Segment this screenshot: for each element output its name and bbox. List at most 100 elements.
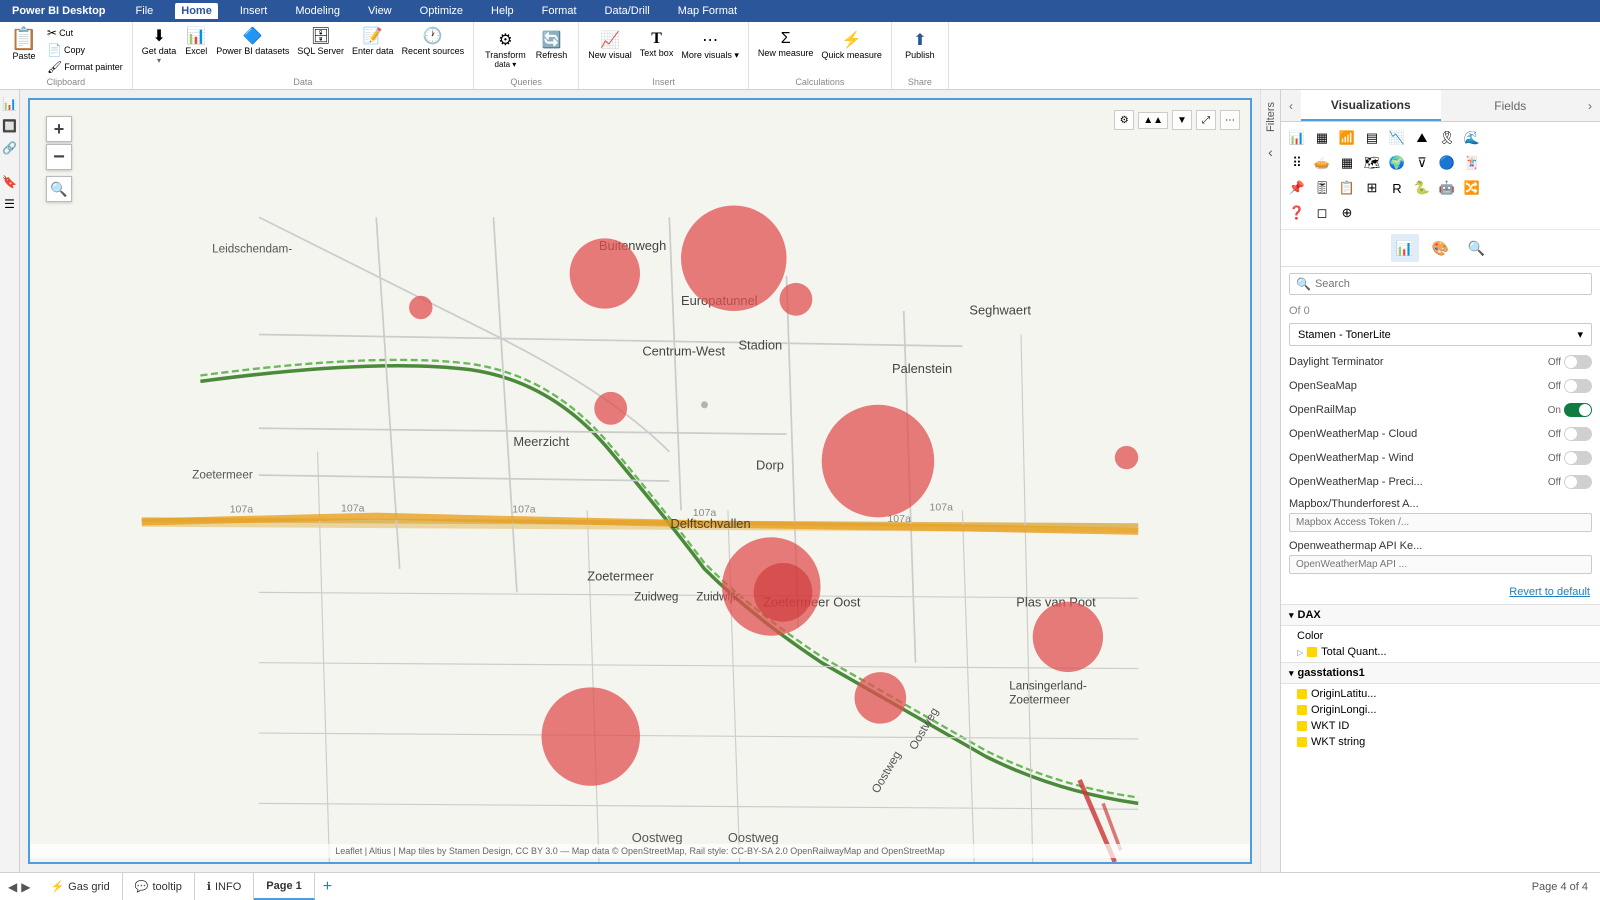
analytics-mode-icon[interactable]: 🔍 — [1463, 234, 1491, 262]
excel-button[interactable]: 📊 Excel — [181, 24, 211, 67]
openrailmap-toggle[interactable] — [1564, 403, 1592, 417]
map-style-dropdown[interactable]: Stamen - TonerLite ▾ — [1289, 323, 1592, 346]
panel-expand-button[interactable]: › — [1580, 90, 1600, 121]
fields-search-input[interactable] — [1315, 278, 1585, 290]
quick-measure-button[interactable]: ⚡ Quick measure — [818, 28, 885, 62]
dax-section-header[interactable]: ▾ DAX — [1281, 604, 1600, 626]
new-visual-button[interactable]: 📈 New visual — [585, 28, 635, 62]
ribbon-tab-file[interactable]: File — [130, 3, 160, 19]
tab-gas-grid[interactable]: ⚡ Gas grid — [38, 873, 122, 900]
model-view-icon[interactable]: 🔗 — [2, 140, 18, 156]
new-measure-button[interactable]: Σ New measure — [755, 28, 817, 60]
text-box-button[interactable]: T Text box — [637, 28, 677, 60]
gasstations-section-header[interactable]: ▾ gasstations1 — [1281, 662, 1600, 684]
ribbon-tab-datadrill[interactable]: Data/Drill — [599, 3, 656, 19]
viz-col-chart-icon[interactable]: 📶 — [1335, 126, 1359, 150]
owm-cloud-toggle[interactable] — [1564, 427, 1592, 441]
ribbon-tab-format[interactable]: Format — [536, 3, 583, 19]
tab-page1[interactable]: Page 1 — [254, 873, 314, 900]
ribbon-tab-home[interactable]: Home — [175, 3, 218, 19]
format-mode-icon[interactable]: 🎨 — [1427, 234, 1455, 262]
viz-stacked-bar-icon[interactable]: ▦ — [1310, 126, 1334, 150]
viz-line-chart-icon[interactable]: 📉 — [1385, 126, 1409, 150]
viz-r-script-icon[interactable]: R — [1385, 176, 1409, 200]
viz-area-chart-icon[interactable]: ⛰ — [1410, 126, 1434, 150]
viz-decomp-icon[interactable]: 🔀 — [1460, 176, 1484, 200]
tab-info[interactable]: ℹ INFO — [195, 873, 254, 900]
fields-tab[interactable]: Fields — [1441, 90, 1581, 121]
map-canvas[interactable]: 107a 107a 107a 107a 107a 107a Buitenwegh… — [28, 98, 1252, 864]
publish-button[interactable]: ⬆ Publish — [900, 28, 940, 62]
viz-ai-icon[interactable]: 🤖 — [1435, 176, 1459, 200]
owm-preci-toggle[interactable] — [1564, 475, 1592, 489]
openseamap-toggle[interactable] — [1564, 379, 1592, 393]
viz-card-icon[interactable]: 🃏 — [1460, 151, 1484, 175]
ribbon-tab-help[interactable]: Help — [485, 3, 520, 19]
paste-button[interactable]: 📋 Paste — [6, 25, 42, 75]
viz-stacked-col-icon[interactable]: ▤ — [1360, 126, 1384, 150]
viz-matrix-icon[interactable]: ⊞ — [1360, 176, 1384, 200]
origin-lat-item[interactable]: OriginLatitu... — [1289, 686, 1592, 702]
viz-qna-icon[interactable]: ❓ — [1285, 201, 1309, 225]
wkt-id-item[interactable]: WKT ID — [1289, 718, 1592, 734]
viz-shape-icon[interactable]: ◻ — [1310, 201, 1334, 225]
sql-server-button[interactable]: 🗄 SQL Server — [294, 24, 347, 67]
format-painter-button[interactable]: 🖌 Format painter — [44, 59, 126, 75]
panel-collapse-button[interactable]: ‹ — [1281, 90, 1301, 121]
fields-search-box[interactable]: 🔍 — [1289, 273, 1592, 295]
filters-chevron-icon[interactable]: ‹ — [1268, 144, 1273, 160]
powerbi-datasets-button[interactable]: 🔷 Power BI datasets — [213, 24, 292, 67]
refresh-button[interactable]: 🔄 Refresh — [533, 28, 571, 62]
dax-total-quant-item[interactable]: ▷ Total Quant... — [1289, 644, 1592, 660]
add-page-button[interactable]: + — [315, 873, 340, 900]
ribbon-tab-optimize[interactable]: Optimize — [414, 3, 469, 19]
daylight-terminator-toggle[interactable] — [1564, 355, 1592, 369]
viz-slicer-icon[interactable]: 🎚 — [1310, 176, 1334, 200]
ribbon-tab-mapformat[interactable]: Map Format — [672, 3, 743, 19]
map-filter-button[interactable]: ▼ — [1172, 110, 1192, 130]
search-map-button[interactable]: 🔍 — [46, 176, 72, 202]
viz-ribbon-chart-icon[interactable]: 🎗 — [1435, 126, 1459, 150]
owm-api-input[interactable] — [1289, 555, 1592, 574]
ribbon-tab-view[interactable]: View — [362, 3, 398, 19]
report-view-icon[interactable]: 📊 — [2, 96, 18, 112]
wkt-string-item[interactable]: WKT string — [1289, 734, 1592, 750]
zoom-in-button[interactable]: + — [46, 116, 72, 142]
selection-icon[interactable]: ☰ — [2, 196, 18, 212]
zoom-out-button[interactable]: − — [46, 144, 72, 170]
data-view-icon[interactable]: 🔲 — [2, 118, 18, 134]
ribbon-tab-modeling[interactable]: Modeling — [289, 3, 346, 19]
recent-sources-button[interactable]: 🕐 Recent sources — [399, 24, 468, 67]
viz-map-icon[interactable]: 🗺 — [1360, 151, 1384, 175]
viz-pie-chart-icon[interactable]: 🥧 — [1310, 151, 1334, 175]
viz-filled-map-icon[interactable]: 🌍 — [1385, 151, 1409, 175]
viz-kpi-icon[interactable]: 📌 — [1285, 176, 1309, 200]
tab-tooltip[interactable]: 💬 tooltip — [123, 873, 195, 900]
bookmarks-icon[interactable]: 🔖 — [2, 174, 18, 190]
map-more-button[interactable]: ⋯ — [1220, 110, 1240, 130]
viz-python-icon[interactable]: 🐍 — [1410, 176, 1434, 200]
map-drill-button[interactable]: ▲▲ — [1138, 112, 1168, 129]
page-next-button[interactable]: ▶ — [21, 880, 30, 894]
dax-color-item[interactable]: Color — [1289, 628, 1592, 644]
viz-treemap-icon[interactable]: ▦ — [1335, 151, 1359, 175]
origin-long-item[interactable]: OriginLongi... — [1289, 702, 1592, 718]
viz-bar-chart-icon[interactable]: 📊 — [1285, 126, 1309, 150]
ribbon-tab-insert[interactable]: Insert — [234, 3, 274, 19]
map-expand-button[interactable]: ⤢ — [1196, 110, 1216, 130]
revert-default-button[interactable]: Revert to default — [1509, 586, 1590, 598]
copy-button[interactable]: 📄 Copy — [44, 42, 126, 58]
enter-data-button[interactable]: 📝 Enter data — [349, 24, 397, 67]
viz-table-icon[interactable]: 📋 — [1335, 176, 1359, 200]
map-action1-button[interactable]: ⚙ — [1114, 110, 1134, 130]
more-visuals-button[interactable]: ⋯ More visuals ▾ — [678, 28, 742, 63]
viz-waterfall-icon[interactable]: 🌊 — [1460, 126, 1484, 150]
visualizations-tab[interactable]: Visualizations — [1301, 90, 1441, 121]
cut-button[interactable]: ✂ Cut — [44, 25, 126, 41]
viz-scatter-icon[interactable]: ⠿ — [1285, 151, 1309, 175]
viz-gauge-icon[interactable]: 🔵 — [1435, 151, 1459, 175]
viz-funnel-icon[interactable]: ⊽ — [1410, 151, 1434, 175]
owm-wind-toggle[interactable] — [1564, 451, 1592, 465]
page-prev-button[interactable]: ◀ — [8, 880, 17, 894]
get-data-button[interactable]: ⬇ Get data ▾ — [139, 24, 180, 67]
